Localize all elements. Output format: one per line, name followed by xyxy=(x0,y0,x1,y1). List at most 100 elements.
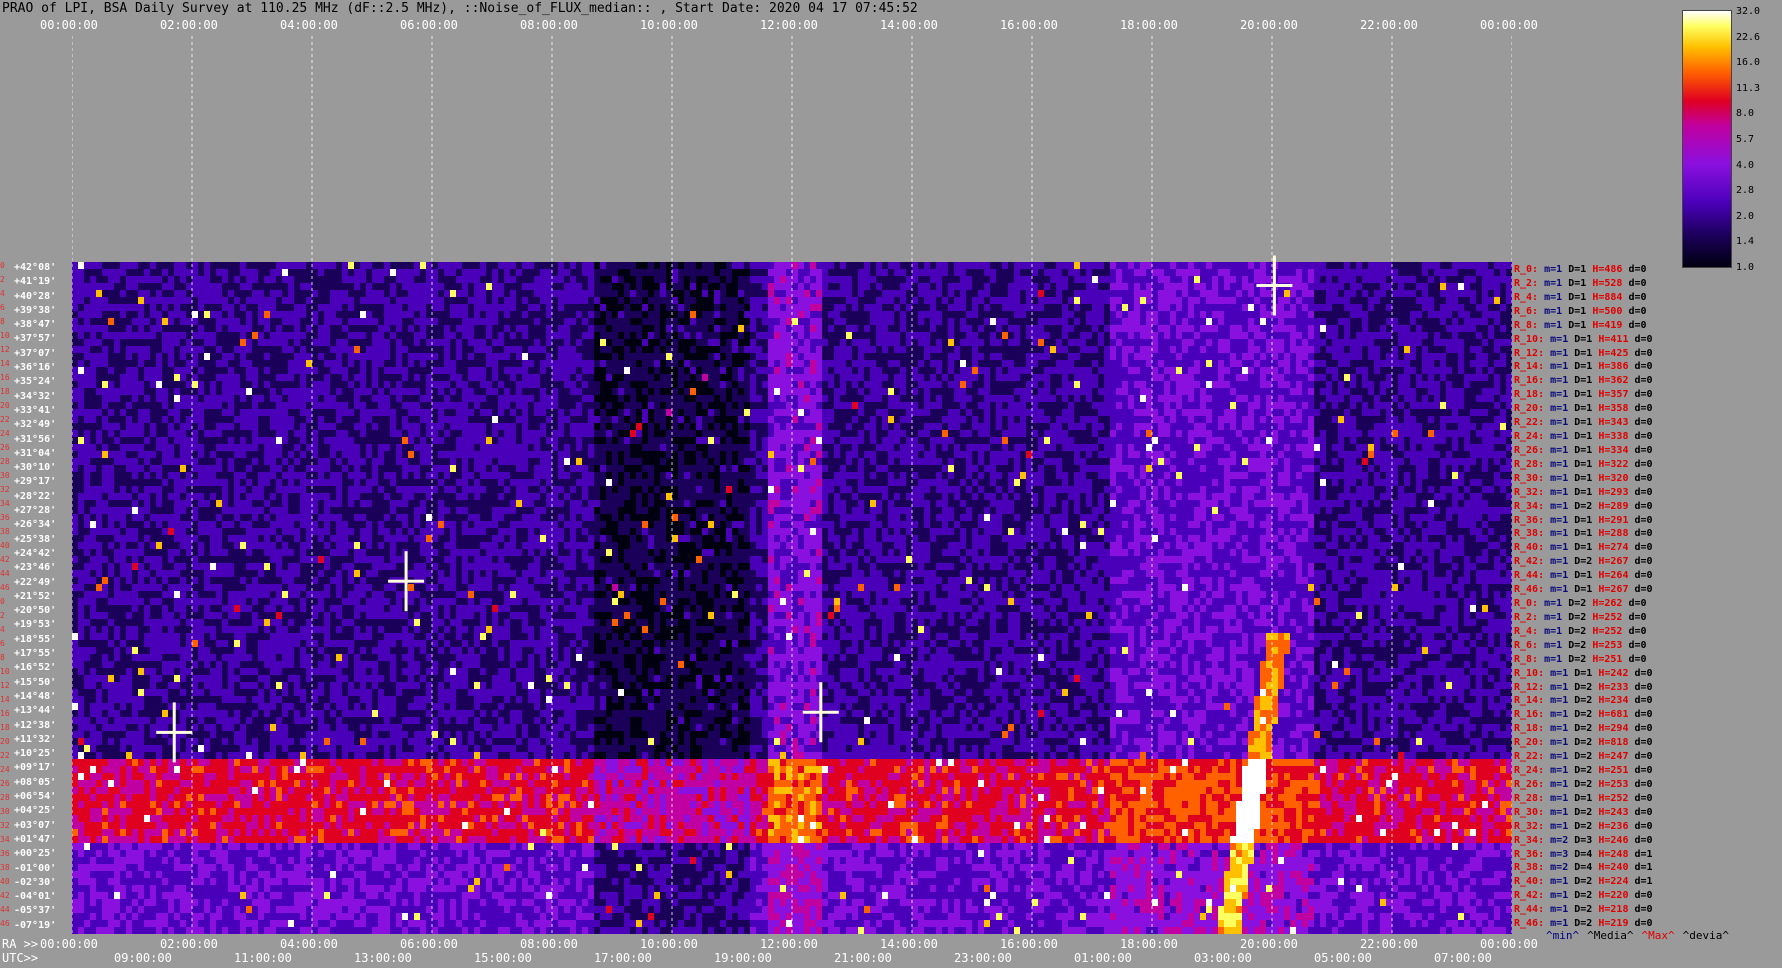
heatmap-cell xyxy=(1128,269,1135,277)
heatmap-cell xyxy=(282,304,289,312)
heatmap-cell xyxy=(1410,311,1417,319)
heatmap-cell xyxy=(366,339,373,347)
heatmap-cell xyxy=(192,353,199,361)
heatmap-cell xyxy=(1044,276,1051,284)
heatmap-cell xyxy=(360,318,367,326)
heatmap-cell xyxy=(414,276,421,284)
heatmap-cell xyxy=(804,402,811,410)
heatmap-cell xyxy=(378,297,385,305)
heatmap-cell xyxy=(1338,325,1345,333)
heatmap-cell xyxy=(1068,276,1075,284)
heatmap-cell xyxy=(1398,325,1405,333)
heatmap-cell xyxy=(972,332,979,340)
heatmap-cell xyxy=(714,374,721,382)
heatmap-cell xyxy=(282,318,289,326)
heatmap-cell xyxy=(738,283,745,291)
heatmap-cell xyxy=(1074,381,1081,389)
heatmap-cell xyxy=(294,353,301,361)
heatmap-cell xyxy=(462,381,469,389)
heatmap-cell xyxy=(582,374,589,382)
heatmap-cell xyxy=(528,353,535,361)
heatmap-cell xyxy=(510,311,517,319)
heatmap-cell xyxy=(510,304,517,312)
heatmap-cell xyxy=(498,339,505,347)
heatmap-cell xyxy=(702,318,709,326)
heatmap-cell xyxy=(558,346,565,354)
heatmap-cell xyxy=(1242,325,1249,333)
heatmap-cell xyxy=(270,318,277,326)
heatmap-cell xyxy=(1266,276,1273,284)
heatmap-cell xyxy=(426,269,433,277)
heatmap-cell xyxy=(834,276,841,284)
heatmap-cell xyxy=(450,262,457,270)
heatmap-cell xyxy=(798,381,805,389)
heatmap-cell xyxy=(576,262,583,270)
heatmap-cell xyxy=(708,276,715,284)
heatmap-cell xyxy=(570,346,577,354)
heatmap-cell xyxy=(198,325,205,333)
heatmap-cell xyxy=(636,283,643,291)
heatmap-cell xyxy=(330,360,337,368)
heatmap-cell xyxy=(1152,339,1159,347)
heatmap-cell xyxy=(1278,395,1285,403)
heatmap-cell xyxy=(354,353,361,361)
heatmap-cell xyxy=(420,311,427,319)
heatmap-cell xyxy=(330,346,337,354)
heatmap-cell xyxy=(1440,353,1447,361)
heatmap-cell xyxy=(522,367,529,375)
heatmap-cell xyxy=(834,325,841,333)
heatmap-cell xyxy=(618,325,625,333)
heatmap-cell xyxy=(678,332,685,340)
heatmap-cell xyxy=(1284,339,1291,347)
heatmap-cell xyxy=(1374,318,1381,326)
heatmap-cell xyxy=(990,311,997,319)
heatmap-cell xyxy=(312,297,319,305)
heatmap-cell xyxy=(1002,332,1009,340)
heatmap-cell xyxy=(210,325,217,333)
heatmap-cell xyxy=(1254,360,1261,368)
heatmap-cell xyxy=(1248,262,1255,270)
heatmap-cell xyxy=(222,346,229,354)
heatmap-cell xyxy=(192,318,199,326)
heatmap-cell xyxy=(1014,297,1021,305)
heatmap-cell xyxy=(1494,367,1501,375)
heatmap-cell xyxy=(768,304,775,312)
heatmap-cell xyxy=(432,388,439,396)
heatmap-cell xyxy=(660,374,667,382)
heatmap-cell xyxy=(744,381,751,389)
heatmap-cell xyxy=(1422,381,1429,389)
heatmap-cell xyxy=(960,297,967,305)
heatmap-cell xyxy=(294,304,301,312)
heatmap-cell xyxy=(360,325,367,333)
heatmap-cell xyxy=(564,346,571,354)
heatmap-cell xyxy=(1386,374,1393,382)
heatmap-cell xyxy=(186,388,193,396)
heatmap-cell xyxy=(294,346,301,354)
heatmap-cell xyxy=(360,402,367,410)
heatmap-cell xyxy=(1458,374,1465,382)
heatmap-cell xyxy=(246,269,253,277)
heatmap-cell xyxy=(1488,381,1495,389)
heatmap-cell xyxy=(1110,381,1117,389)
heatmap-cell xyxy=(1158,269,1165,277)
heatmap-cell xyxy=(588,402,595,410)
heatmap-cell xyxy=(1086,339,1093,347)
heatmap-cell xyxy=(1098,402,1105,410)
heatmap-cell xyxy=(582,318,589,326)
heatmap-cell xyxy=(1278,269,1285,277)
heatmap-cell xyxy=(1020,325,1027,333)
heatmap-cell xyxy=(252,269,259,277)
heatmap-cell xyxy=(552,381,559,389)
heatmap-cell xyxy=(1092,290,1099,298)
heatmap-cell xyxy=(660,360,667,368)
heatmap-cell xyxy=(912,360,919,368)
heatmap-cell xyxy=(540,353,547,361)
heatmap-cell xyxy=(576,269,583,277)
heatmap-cell xyxy=(780,388,787,396)
heatmap-cell xyxy=(252,304,259,312)
heatmap-cell xyxy=(396,402,403,410)
heatmap-cell xyxy=(1080,381,1087,389)
heatmap-cell xyxy=(870,290,877,298)
heatmap-cell xyxy=(804,269,811,277)
heatmap-cell xyxy=(168,374,175,382)
